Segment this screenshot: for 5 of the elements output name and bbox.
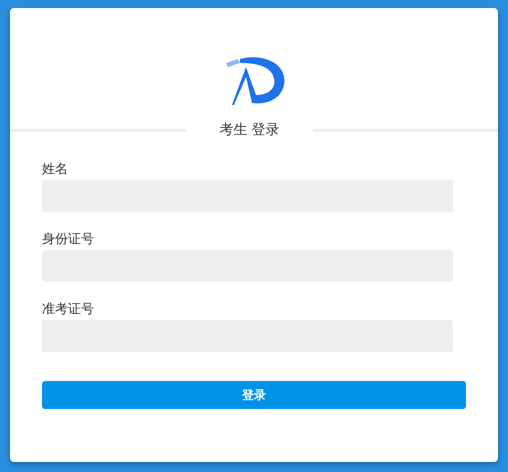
field-label: 姓名	[42, 162, 69, 178]
login-title: 考生 登录	[219, 121, 280, 140]
login-button[interactable]: 登录	[42, 381, 466, 409]
field-label: 身份证号	[42, 232, 95, 248]
field-label: 准考证号	[42, 302, 95, 318]
